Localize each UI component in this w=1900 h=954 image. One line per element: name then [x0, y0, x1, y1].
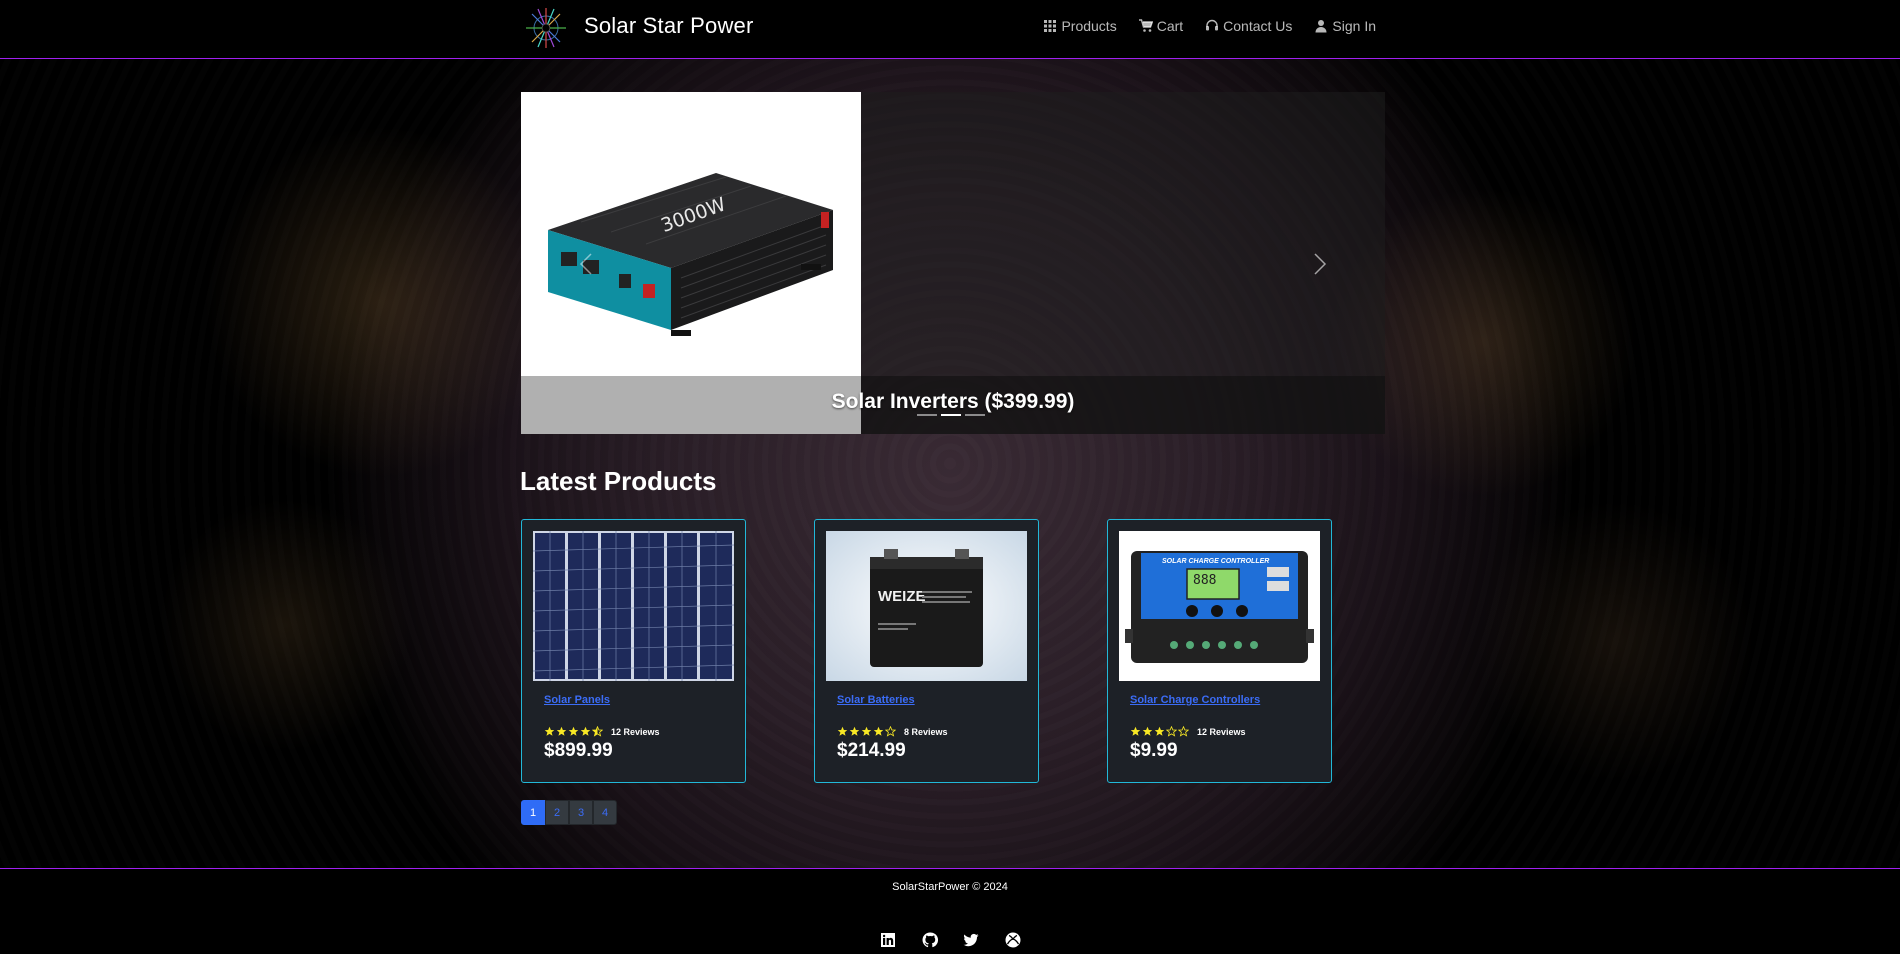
carousel-indicators: [917, 414, 985, 416]
star-full-icon: [568, 726, 579, 736]
pagination: 1 2 3 4: [521, 800, 617, 825]
reviews-count: 12 Reviews: [1197, 726, 1246, 737]
nav-cart-label: Cart: [1156, 18, 1184, 34]
star-full-icon: [861, 726, 872, 736]
nav-products-link[interactable]: Products: [1043, 18, 1117, 34]
user-icon: [1315, 20, 1327, 33]
page-1-button[interactable]: 1: [521, 800, 545, 825]
star-full-icon: [1130, 726, 1141, 736]
product-carousel[interactable]: 3000W Solar Inverters ($399.99): [521, 92, 1385, 434]
controller-display: 888: [1193, 573, 1216, 588]
star-empty-icon: [1166, 726, 1177, 737]
star-empty-icon: [1178, 726, 1189, 737]
nav-contact-link[interactable]: Contact Us: [1205, 18, 1292, 34]
nav-products-label: Products: [1061, 18, 1117, 34]
product-price: $214.99: [837, 740, 906, 761]
product-card: WEIZE Solar Batteries 8 Reviews $214.99: [814, 519, 1039, 783]
star-full-icon: [556, 726, 567, 736]
latest-products-title: Latest Products: [520, 466, 717, 496]
nav-signin-label: Sign In: [1332, 18, 1376, 34]
reviews-count: 8 Reviews: [904, 726, 948, 737]
github-link[interactable]: [922, 932, 939, 948]
star-full-icon: [837, 726, 848, 736]
carousel-slide-image[interactable]: 3000W: [521, 92, 861, 434]
inverter-image: 3000W: [548, 173, 833, 336]
controller-title: SOLAR CHARGE CONTROLLER: [1162, 558, 1269, 565]
product-image[interactable]: [533, 531, 734, 681]
star-empty-icon: [885, 726, 896, 737]
star-full-icon: [1154, 726, 1165, 736]
xbox-icon: [1005, 932, 1021, 948]
github-icon: [922, 932, 939, 948]
star-full-icon: [580, 726, 591, 736]
cart-icon: [1138, 19, 1153, 32]
product-image[interactable]: WEIZE: [826, 531, 1027, 681]
reviews-count: 12 Reviews: [611, 726, 660, 737]
product-rating: 12 Reviews: [1130, 726, 1246, 737]
star-half-icon: [592, 726, 603, 737]
xbox-link[interactable]: [1005, 932, 1021, 948]
nav-links: Products Cart Contact Us Sign In: [1043, 18, 1376, 34]
product-rating: 8 Reviews: [837, 726, 948, 737]
carousel-next-button[interactable]: [1309, 252, 1329, 276]
carousel-indicator-3[interactable]: [965, 414, 985, 416]
page-2-button[interactable]: 2: [545, 800, 569, 825]
navbar: Solar Star Power Products Cart Contact U…: [0, 0, 1900, 59]
twitter-icon: [963, 933, 979, 947]
solar-panel-image: [533, 531, 734, 681]
grid-icon: [1044, 20, 1057, 32]
logo-icon[interactable]: [524, 6, 568, 50]
product-title-link[interactable]: Solar Batteries: [837, 694, 915, 706]
star-full-icon: [849, 726, 860, 736]
battery-image: WEIZE: [826, 531, 1027, 681]
chevron-right-icon: [1314, 253, 1327, 275]
nav-cart-link[interactable]: Cart: [1138, 18, 1184, 34]
footer-copyright: SolarStarPower © 2024: [892, 881, 1008, 893]
carousel-caption: Solar Inverters ($399.99): [831, 390, 1075, 413]
carousel-indicator-2[interactable]: [941, 414, 961, 416]
star-full-icon: [1142, 726, 1153, 736]
star-full-icon: [873, 726, 884, 736]
product-card: SOLAR CHARGE CONTROLLER 888 Solar Charge…: [1107, 519, 1332, 783]
brand-name[interactable]: Solar Star Power: [584, 13, 754, 39]
star-full-icon: [544, 726, 555, 736]
footer: SolarStarPower © 2024: [0, 868, 1900, 954]
carousel-prev-button[interactable]: [577, 252, 597, 276]
product-price: $9.99: [1130, 740, 1178, 761]
page-3-button[interactable]: 3: [569, 800, 593, 825]
chevron-left-icon: [579, 253, 592, 275]
battery-brand: WEIZE: [878, 588, 926, 605]
product-title-link[interactable]: Solar Panels: [544, 694, 610, 706]
product-title-link[interactable]: Solar Charge Controllers: [1130, 694, 1260, 706]
page-4-button[interactable]: 4: [593, 800, 617, 825]
linkedin-icon: [881, 933, 895, 947]
headset-icon: [1206, 19, 1219, 31]
nav-contact-label: Contact Us: [1223, 18, 1293, 34]
linkedin-link[interactable]: [880, 932, 896, 948]
product-card: Solar Panels 12 Reviews $899.99: [521, 519, 746, 783]
nav-signin-link[interactable]: Sign In: [1314, 18, 1376, 34]
product-price: $899.99: [544, 740, 613, 761]
carousel-indicator-1[interactable]: [917, 414, 937, 416]
charge-controller-image: SOLAR CHARGE CONTROLLER 888: [1119, 531, 1320, 681]
product-rating: 12 Reviews: [544, 726, 660, 737]
product-image[interactable]: SOLAR CHARGE CONTROLLER 888: [1119, 531, 1320, 681]
twitter-link[interactable]: [963, 932, 979, 948]
